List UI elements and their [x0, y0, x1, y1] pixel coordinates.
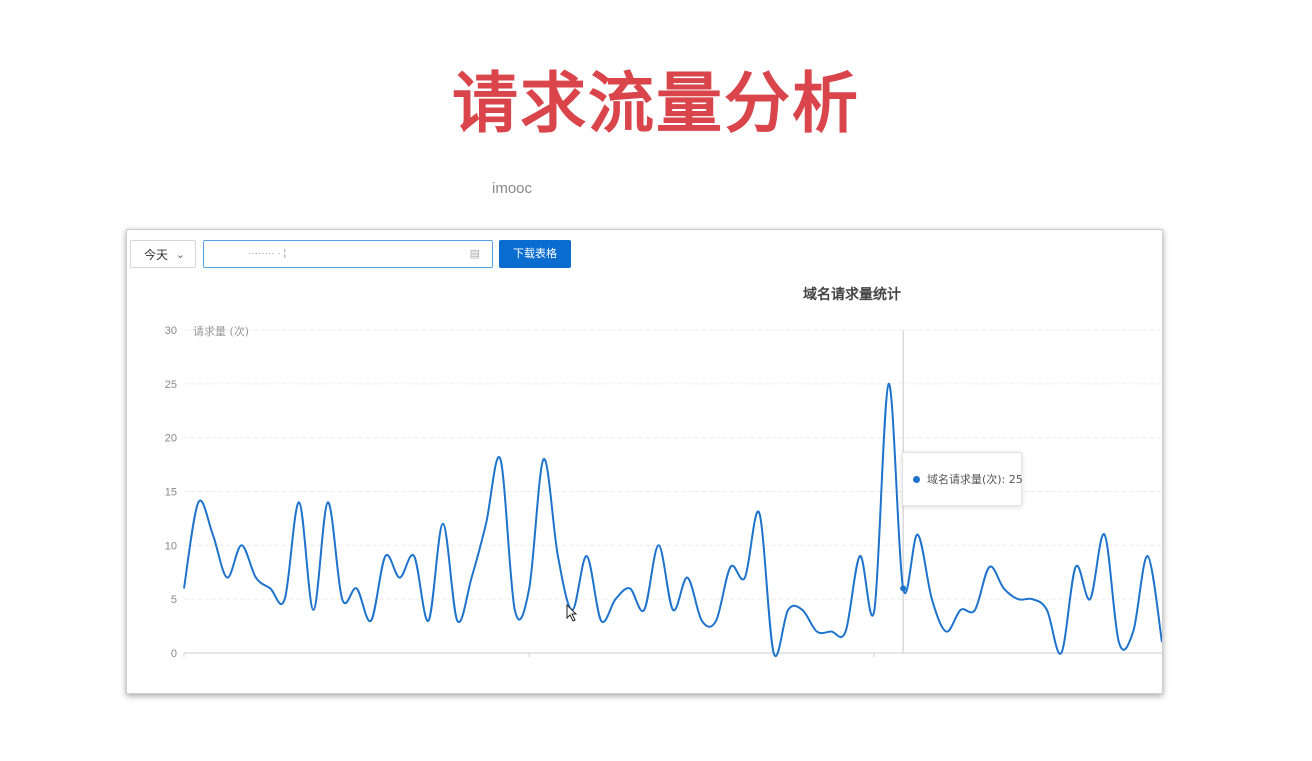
y-tick-label: 30	[165, 325, 177, 337]
tooltip-series-dot	[913, 475, 920, 483]
highlighted-point	[900, 585, 907, 592]
tooltip-value: 25	[1008, 473, 1023, 486]
series-line	[183, 382, 1162, 657]
y-tick-label: 20	[165, 433, 177, 445]
slide-title: 请求流量分析	[452, 65, 860, 142]
chart-tooltip: 域名请求量(次): 25	[902, 452, 1023, 506]
y-tick-label: 0	[171, 648, 177, 660]
y-tick-label: 25	[165, 379, 177, 391]
tooltip-label: 域名请求量(次)	[927, 473, 1002, 486]
chart-title: 域名请求量统计	[803, 286, 901, 303]
y-tick-label: 15	[165, 487, 177, 499]
watermark-text: imooc	[492, 180, 533, 197]
chart-panel: 今天 ⌄ ········ · ¦ ▤ 下载表格 域名请求量统计 0 5 10 15 20…	[126, 229, 1163, 694]
y-tick-label: 5	[171, 594, 177, 606]
y-axis-label: 请求量 (次)	[193, 324, 249, 338]
y-tick-label: 10	[165, 540, 177, 552]
mouse-cursor-icon	[566, 604, 578, 622]
